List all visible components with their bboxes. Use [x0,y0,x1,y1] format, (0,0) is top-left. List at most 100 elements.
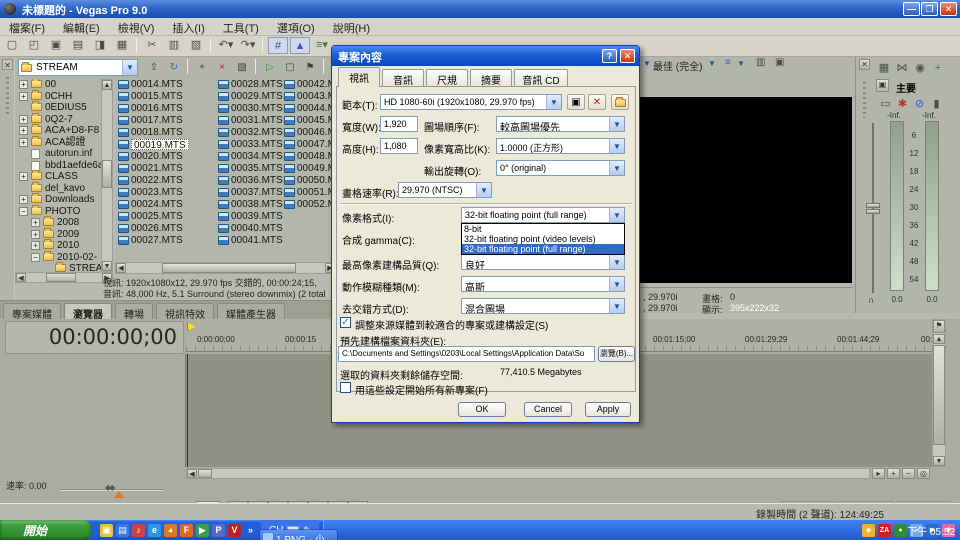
tree-item[interactable]: STREAM [69,263,101,272]
file-item[interactable]: 00022.MTS [131,175,183,186]
chevron-down-icon[interactable]: ▼ [609,139,624,153]
dropdown-option[interactable]: 8-bit [462,224,624,234]
tab-轉場[interactable]: 轉場 [115,303,153,320]
dialog-tab-2[interactable]: 尺規 [426,69,468,87]
save-snapshot-icon[interactable]: ▣ [775,57,784,68]
chevron-down-icon[interactable]: ▼ [609,161,624,175]
taskbar-button[interactable]: 1.PNG - 小... [260,530,337,540]
chevron-down-icon[interactable]: ▼ [708,59,716,68]
track-list-area[interactable] [0,354,186,467]
scroll-down-icon[interactable]: ▼ [102,261,112,271]
pixel-format-combo[interactable]: 32-bit floating point (full range) ▼ [461,207,625,223]
quick-media-icon[interactable]: ♪ [132,524,145,537]
scroll-thumb[interactable] [102,160,112,188]
dim-output-icon[interactable]: ◉ [912,60,928,77]
file-item[interactable]: 00025.MTS [131,211,183,222]
scroll-thumb[interactable] [933,345,945,445]
quick-firefox-icon[interactable]: F [180,524,193,537]
close-dock-icon[interactable]: ✕ [859,59,870,70]
lock-envelopes-icon[interactable]: ≡▾ [312,37,332,54]
quick-chrome-icon[interactable]: ◕ [164,524,177,537]
open-folder-icon[interactable] [611,94,629,110]
views-icon[interactable]: ▧ [233,60,251,76]
save-template-icon[interactable]: ▣ [567,94,585,110]
file-item[interactable]: 00026.MTS [131,223,183,234]
tree-item[interactable]: autorun.inf [45,148,92,159]
start-preview-icon[interactable]: ▷ [261,60,279,76]
file-item[interactable]: 00016.MTS [131,103,183,114]
tree-item[interactable]: 2009 [57,229,79,240]
dropdown-option[interactable]: 32-bit floating point (full range) [462,244,624,254]
paste-icon[interactable]: ▧ [186,37,206,54]
cancel-button[interactable]: Cancel [524,402,572,417]
tree-expander[interactable]: + [19,138,28,147]
save-icon[interactable]: ▣ [46,37,66,54]
pixel-format-dropdown-list[interactable]: 8-bit32-bit floating point (video levels… [461,223,625,255]
scroll-thumb[interactable] [198,469,212,478]
stop-preview-icon[interactable]: ▢ [281,60,299,76]
tree-expander[interactable]: + [19,80,28,89]
close-dock-icon[interactable]: ✕ [2,59,13,70]
dialog-tab-0[interactable]: 視訊 [338,67,380,87]
fader-handle[interactable] [866,203,880,208]
auto-ripple-icon[interactable]: ▲ [290,37,310,54]
dialog-close-button[interactable]: ✕ [620,49,635,63]
chevron-down-icon[interactable]: ▼ [609,299,624,313]
split-screen-icon[interactable]: ≡ [725,57,731,68]
tray-icon-green[interactable]: ● [894,524,907,537]
redo-icon[interactable]: ↷▾ [238,37,258,54]
tree-item[interactable]: 0CHH [45,91,72,102]
menu-item[interactable]: 選項(O) [268,18,324,36]
zoom-tool-icon[interactable]: ◎ [917,468,930,479]
cut-icon[interactable]: ✂ [142,37,162,54]
tree-expander[interactable]: + [19,115,28,124]
chevron-down-icon[interactable]: ▼ [122,60,137,75]
scroll-thumb[interactable] [162,263,296,273]
tree-item[interactable]: Downloads [45,194,94,205]
tree-item[interactable]: PHOTO [45,206,80,217]
tree-expander[interactable]: − [31,253,40,262]
apply-button[interactable]: Apply [585,402,631,417]
field-order-combo[interactable]: 較高圖場優先 ▼ [496,116,625,132]
scroll-up-icon[interactable]: ▲ [933,334,945,344]
chevron-down-icon[interactable]: ▼ [643,59,651,68]
start-button[interactable]: 開始 [0,520,92,540]
chevron-down-icon[interactable]: ▼ [609,208,624,222]
scroll-up-icon[interactable]: ▲ [102,80,112,90]
menu-item[interactable]: 檔案(F) [0,18,54,36]
dialog-tab-3[interactable]: 摘要 [470,69,512,87]
rendering-quality-combo[interactable]: 良好 ▼ [461,254,625,270]
rate-slider-handle[interactable]: ◆◆ [105,483,113,492]
file-item[interactable]: 00032.MTS [231,127,283,138]
dialog-tab-4[interactable]: 音訊 CD [514,69,568,87]
file-item[interactable]: 00018.MTS [131,127,183,138]
minimize-button[interactable]: — [903,2,920,16]
tree-item[interactable]: bbd1aefde6a5 [45,160,101,171]
quick-folder-icon[interactable]: ▣ [100,524,113,537]
tree-item[interactable]: 0EDIUS5 [45,102,87,113]
copy-icon[interactable]: ▥ [164,37,184,54]
snapping-icon[interactable]: # [268,37,288,54]
menu-item[interactable]: 工具(T) [214,18,268,36]
import-media-icon[interactable]: ▦ [112,37,132,54]
scroll-down-icon[interactable]: ▼ [933,456,945,466]
tree-item[interactable]: CLASS [45,171,78,182]
chevron-down-icon[interactable]: ▼ [609,117,624,131]
scroll-left-icon[interactable]: ◀ [116,263,126,273]
fader-handle[interactable] [866,209,880,214]
undo-icon[interactable]: ↶▾ [216,37,236,54]
tab-視訊特效[interactable]: 視訊特效 [156,303,214,320]
chevron-down-icon[interactable]: ▼ [609,255,624,269]
pixel-aspect-combo[interactable]: 1.0000 (正方形) ▼ [496,138,625,154]
tree-item[interactable]: del_kavo [45,183,85,194]
start-new-projects-checkbox[interactable] [340,382,351,393]
cursor-timecode[interactable]: 00:00:00;00 [5,321,184,354]
timeline-vertical-scrollbar[interactable]: ⚑ ▲ ▼ [932,319,946,467]
tray-icon-za[interactable]: ZA [878,524,891,537]
tree-horizontal-scrollbar[interactable]: ◀ ▶ [15,272,113,283]
new-folder-icon[interactable]: + [193,60,211,76]
chevron-down-icon[interactable]: ▼ [609,277,624,291]
tree-expander[interactable]: + [31,218,40,227]
tree-expander[interactable]: + [19,92,28,101]
framerate-combo[interactable]: 29.970 (NTSC) ▼ [398,182,492,198]
